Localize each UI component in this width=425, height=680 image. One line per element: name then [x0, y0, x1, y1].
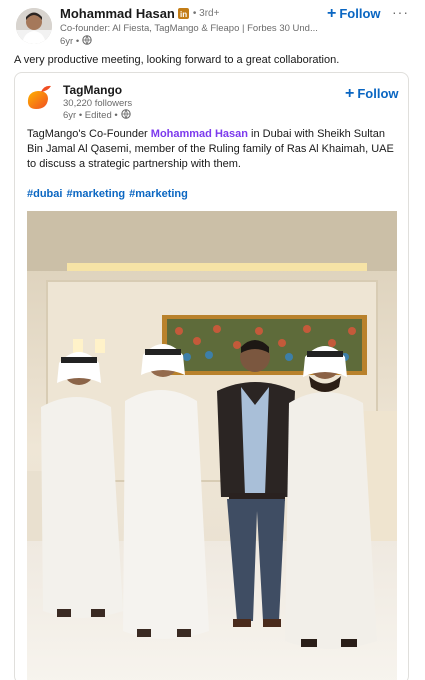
linkedin-badge-icon: in	[177, 8, 189, 19]
follow-org-button[interactable]: + Follow	[345, 84, 399, 102]
hashtag-link[interactable]: #marketing	[66, 188, 125, 200]
mention-link[interactable]: Mohammad Hasan	[151, 128, 248, 140]
shared-text: TagMango's Co-Founder Mohammad Hasan in …	[27, 127, 399, 172]
tagmango-logo[interactable]	[24, 83, 54, 113]
shared-age: 6yr • Edited •	[63, 110, 118, 121]
author-line: Mohammad Hasan in • 3rd+	[60, 6, 219, 21]
author-avatar[interactable]	[16, 8, 52, 44]
follow-author-button[interactable]: + Follow	[327, 4, 381, 22]
shared-meta: 6yr • Edited •	[63, 109, 131, 122]
post-meta: 6yr •	[60, 35, 92, 48]
more-icon[interactable]: ···	[392, 4, 409, 20]
follow-label: Follow	[339, 6, 381, 21]
connection-degree: • 3rd+	[192, 8, 220, 19]
globe-icon	[121, 109, 131, 122]
org-name[interactable]: TagMango	[63, 83, 122, 97]
hashtags: #dubai #marketing #marketing	[27, 188, 188, 200]
svg-text:in: in	[180, 10, 187, 19]
hashtag-link[interactable]: #marketing	[129, 188, 188, 200]
post-commentary: A very productive meeting, looking forwa…	[14, 54, 340, 66]
org-followers: 30,220 followers	[63, 98, 133, 109]
hashtag-link[interactable]: #dubai	[27, 188, 62, 200]
author-headline: Co-founder: Al Fiesta, TagMango & Fleapo…	[60, 23, 318, 34]
author-name[interactable]: Mohammad Hasan	[60, 6, 175, 21]
globe-icon	[82, 35, 92, 48]
plus-icon: +	[327, 4, 337, 22]
post-header: Mohammad Hasan in • 3rd+ Co-founder: Al …	[0, 0, 425, 50]
shared-post-card: TagMango 30,220 followers 6yr • Edited •…	[14, 72, 409, 680]
follow-label: Follow	[357, 86, 399, 101]
post-age: 6yr •	[60, 36, 80, 47]
post-photo[interactable]	[27, 211, 397, 680]
plus-icon: +	[345, 84, 355, 102]
shared-text-before: TagMango's Co-Founder	[27, 128, 151, 140]
